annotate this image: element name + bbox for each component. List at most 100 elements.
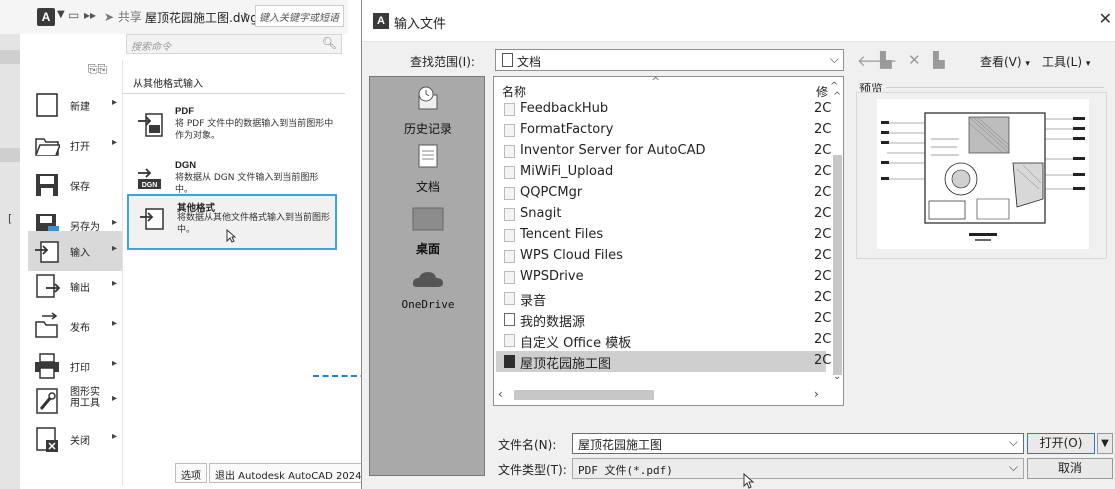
file-type-select[interactable]: PDF 文件(*.pdf) ⌵ xyxy=(572,458,1024,479)
drawing-area-edge: [ xyxy=(0,34,20,489)
view-menu-label: 查看(V) xyxy=(980,55,1022,69)
scroll-up-icon[interactable]: ^ xyxy=(833,91,841,102)
menu-item-print[interactable]: 打印 ▸ xyxy=(28,346,122,386)
close-icon[interactable]: ✕ xyxy=(1099,9,1112,28)
file-list[interactable]: 名称 ^ 修 ^ FeedbackHub 2C FormatFactory 2C I… xyxy=(493,76,844,406)
vertical-scrollbar[interactable]: ^ ⌄ xyxy=(831,91,843,383)
look-in-select[interactable]: 文档 ⌵ xyxy=(495,49,844,71)
desktop-icon xyxy=(412,207,444,231)
file-modified: 2C xyxy=(814,185,832,200)
publish-icon xyxy=(35,312,58,338)
file-row-selected[interactable]: 屋顶花园施工图 2C xyxy=(496,351,831,372)
look-in-label: 查找范围(I): xyxy=(410,55,475,69)
menu-item-export[interactable]: 输出 ▸ xyxy=(28,266,122,306)
mouse-pointer-icon xyxy=(743,473,755,489)
preview-pane xyxy=(856,92,1107,259)
chevron-down-icon: ▾ xyxy=(1085,59,1091,69)
command-search-input[interactable]: 搜索命令 🔍︎ xyxy=(126,34,342,54)
recent-docs-icon[interactable]: ⎘ xyxy=(88,62,98,76)
tools-menu[interactable]: 工具(L) ▾ xyxy=(1042,53,1090,70)
file-name: WPS Cloud Files xyxy=(520,248,623,263)
open-options-dropdown-icon[interactable]: ▼ xyxy=(1097,433,1113,454)
file-type-value: PDF 文件(*.pdf) xyxy=(578,464,673,477)
menu-item-save[interactable]: 保存 xyxy=(28,165,122,205)
search-placeholder: 搜索命令 xyxy=(131,42,171,53)
file-name: Inventor Server for AutoCAD xyxy=(520,143,706,158)
open-docs-icon[interactable]: ⎘ xyxy=(98,62,108,76)
bracket-mark: [ xyxy=(8,212,13,225)
submenu-item-pdf[interactable]: PDF 将 PDF 文件中的数据输入到当前图形中作为对象。 xyxy=(127,102,337,150)
dgn-import-icon: DGN xyxy=(138,168,161,189)
share-button[interactable]: ➤ 共享 xyxy=(104,8,142,25)
menu-item-close[interactable]: 关闭 ▸ xyxy=(28,419,122,459)
places-bar: 历史记录 文档 桌面 OneDrive xyxy=(369,76,485,476)
file-type-label: 文件类型(T): xyxy=(498,463,567,477)
file-row[interactable]: Snagit 2C xyxy=(496,204,831,225)
file-row[interactable]: WPSDrive 2C xyxy=(496,267,831,288)
delete-icon[interactable]: ✕ xyxy=(908,51,921,69)
document-title: 屋顶花园施工图.dwg xyxy=(145,11,258,25)
file-name: QQPCMgr xyxy=(520,185,583,200)
keyword-search-input[interactable]: 键入关键字或短语 xyxy=(255,5,344,27)
chevron-right-icon: ▸ xyxy=(112,243,118,254)
file-name: Tencent Files xyxy=(520,227,604,242)
scroll-down-icon[interactable]: ⌄ xyxy=(833,371,841,382)
file-row[interactable]: 自定义 Office 模板 2C xyxy=(496,330,831,351)
chevron-right-icon: ▸ xyxy=(112,97,118,108)
data-source-icon xyxy=(504,313,515,326)
scroll-thumb[interactable] xyxy=(833,155,842,375)
file-name: WPSDrive xyxy=(520,269,584,284)
submenu-title-pdf: PDF xyxy=(175,106,194,117)
scroll-thumb[interactable] xyxy=(514,390,654,400)
scroll-right-icon[interactable]: › xyxy=(814,387,819,401)
place-label-onedrive: OneDrive xyxy=(401,298,455,311)
drawing-utilities-icon xyxy=(36,388,58,414)
file-row[interactable]: Inventor Server for AutoCAD 2C xyxy=(496,141,831,162)
app-menu-dropdown-icon[interactable]: ▼ xyxy=(57,9,65,20)
file-modified: 2C xyxy=(814,290,832,305)
file-row[interactable]: FormatFactory 2C xyxy=(496,120,831,141)
place-documents[interactable]: 文档 xyxy=(370,143,486,195)
up-folder-icon[interactable]: ▙ xyxy=(880,51,892,69)
scroll-left-icon[interactable]: ‹ xyxy=(498,387,503,401)
menu-item-publish[interactable]: 发布 ▸ xyxy=(28,306,122,346)
file-name: FeedbackHub xyxy=(520,101,609,116)
file-row[interactable]: Tencent Files 2C xyxy=(496,225,831,246)
file-row[interactable]: WPS Cloud Files 2C xyxy=(496,246,831,267)
place-history[interactable]: 历史记录 xyxy=(370,85,486,137)
open-button[interactable]: 打开(O) xyxy=(1027,433,1095,454)
file-modified: 2C xyxy=(814,206,832,221)
file-name: 屋顶花园施工图 xyxy=(520,357,612,372)
file-row[interactable]: 我的数据源 2C xyxy=(496,309,831,330)
file-row[interactable]: MiWiFi_Upload 2C xyxy=(496,162,831,183)
exit-autocad-button[interactable]: 退出 Autodesk AutoCAD 2024 xyxy=(209,463,368,483)
menu-item-import[interactable]: 输入 ▸ xyxy=(28,231,122,271)
cancel-button[interactable]: 取消 xyxy=(1027,458,1113,479)
menu-item-open[interactable]: 打开 ▸ xyxy=(28,125,122,165)
recent-documents-icons[interactable]: ⎘⎘ xyxy=(88,62,107,77)
folder-icon xyxy=(504,145,515,158)
column-header-name[interactable]: 名称 xyxy=(502,83,526,100)
file-row[interactable]: QQPCMgr 2C xyxy=(496,183,831,204)
file-name-input[interactable]: 屋顶花园施工图 ⌵ xyxy=(572,433,1024,454)
new-file-icon[interactable]: ▭ xyxy=(68,8,79,22)
file-row[interactable]: FeedbackHub 2C xyxy=(496,99,831,120)
file-row[interactable]: 录音 2C xyxy=(496,288,831,309)
chevron-right-icon: ▸ xyxy=(112,393,118,404)
horizontal-scrollbar[interactable]: ‹ › xyxy=(494,386,831,405)
application-menu: A ▼ ▭ ▸▸ ➤ 共享 屋顶花园施工图.dwg ▸ 键入关键字或短语 [ 搜… xyxy=(0,0,368,489)
chevron-down-icon[interactable]: ⌵ xyxy=(1009,435,1018,450)
more-icon[interactable]: ▸▸ xyxy=(84,8,96,22)
menu-item-new[interactable]: 新建 ▸ xyxy=(28,85,122,125)
submenu-title-dgn: DGN xyxy=(175,160,197,171)
export-icon xyxy=(36,274,60,298)
column-header-modified[interactable]: 修 xyxy=(816,83,828,100)
place-onedrive[interactable]: OneDrive xyxy=(370,269,486,311)
place-desktop[interactable]: 桌面 xyxy=(370,207,486,257)
app-logo-icon[interactable]: A xyxy=(37,8,55,26)
new-folder-icon[interactable]: ▙ xyxy=(933,51,945,69)
chevron-right-icon: ▸ xyxy=(112,278,118,289)
chevron-right-icon: ▸ xyxy=(112,318,118,329)
view-menu[interactable]: 查看(V) ▾ xyxy=(980,53,1030,70)
options-button[interactable]: 选项 xyxy=(175,463,207,483)
